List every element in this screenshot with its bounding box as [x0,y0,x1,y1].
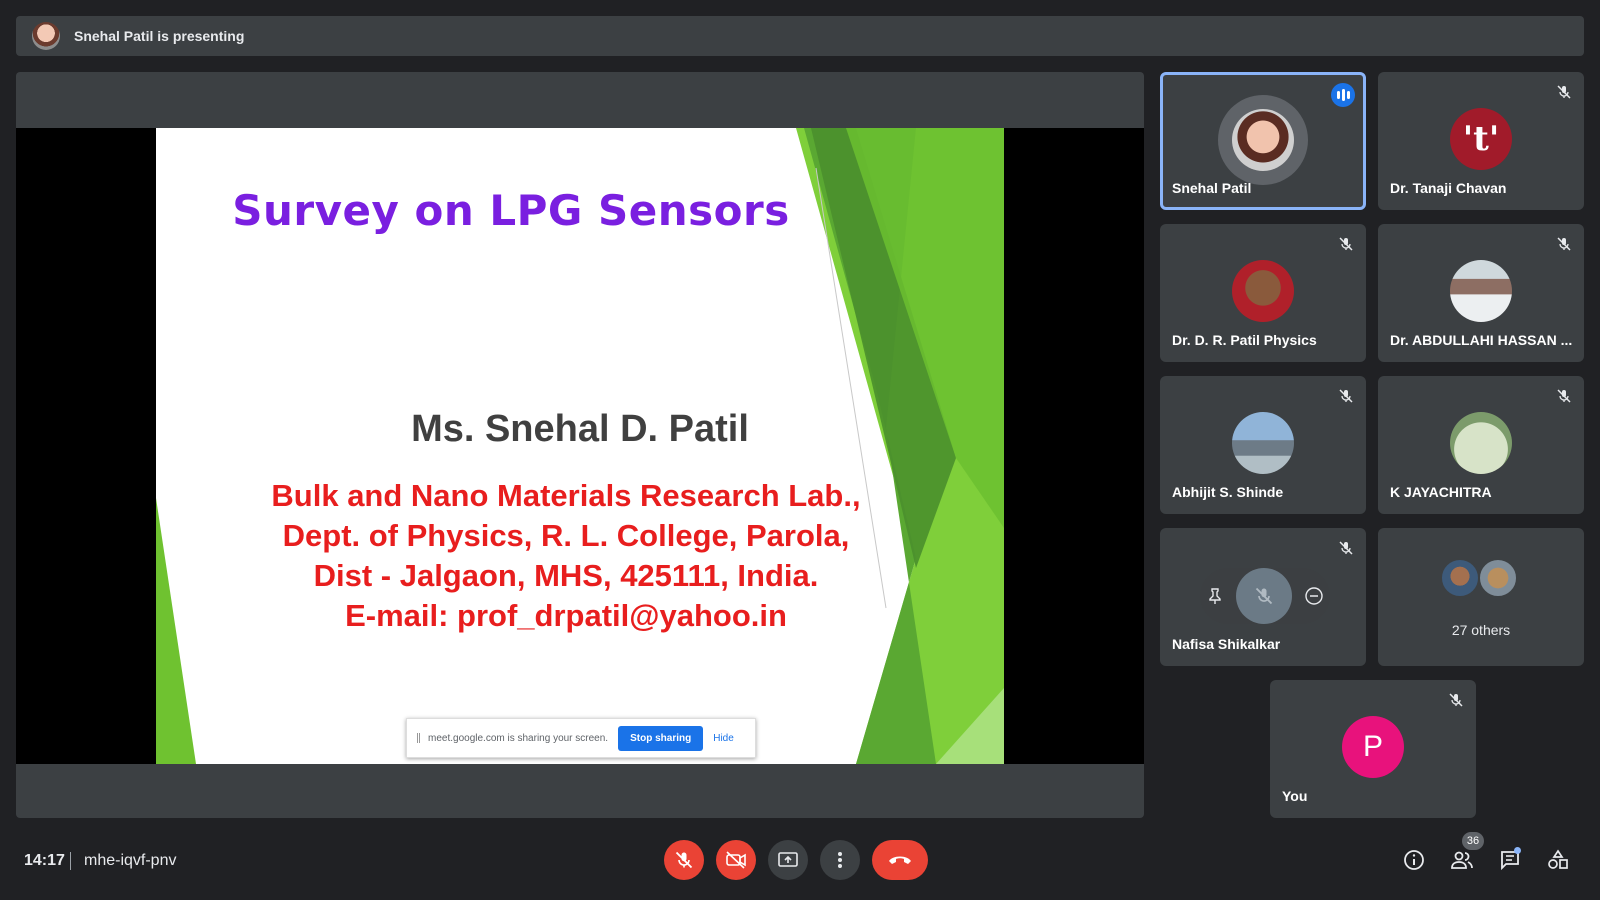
self-tile[interactable]: P You [1270,680,1476,818]
presentation-stage[interactable]: Survey on LPG Sensors Ms. Snehal D. Pati… [16,72,1144,818]
participant-tile[interactable]: Snehal Patil [1160,72,1366,210]
bottom-bar: 14:17 mhe-iqvf-pnv 36 [0,830,1600,900]
mic-off-icon [1557,389,1571,403]
camera-button[interactable] [716,840,756,880]
participant-name: Dr. Tanaji Chavan [1390,180,1507,196]
participant-tile[interactable]: Dr. D. R. Patil Physics [1160,224,1366,362]
participant-name: K JAYACHITRA [1390,484,1492,500]
clock: 14:17 [24,852,65,869]
divider [70,852,71,870]
mic-off-icon [1557,237,1571,251]
people-icon [1451,851,1473,869]
mic-off-icon [1339,389,1353,403]
activities-button[interactable] [1546,848,1570,872]
participant-name: Dr. ABDULLAHI HASSAN ... [1390,332,1573,348]
avatar-initial: P [1362,730,1383,763]
presenting-text: Snehal Patil is presenting [74,28,245,44]
slide-affiliation-line: Dist - Jalgaon, MHS, 425111, India. [313,558,819,593]
avatar [1450,412,1512,474]
remove-icon[interactable] [1304,586,1324,606]
slide-affiliation-line: Dept. of Physics, R. L. College, Parola, [282,518,850,553]
people-button[interactable] [1450,848,1474,872]
avatar [1232,109,1294,171]
avatar [1440,558,1480,598]
mic-off-icon [1339,237,1353,251]
microphone-button[interactable] [664,840,704,880]
participant-name: Abhijit S. Shinde [1172,484,1284,500]
mute-participant-button[interactable] [1236,568,1292,624]
participant-tile[interactable]: Nafisa Shikalkar [1160,528,1366,666]
hide-button[interactable]: Hide [713,733,734,744]
pin-icon[interactable] [1206,587,1224,605]
slide-title: Survey on LPG Sensors [232,186,790,235]
avatar [1478,558,1518,598]
info-icon [1404,850,1424,870]
slide-author: Ms. Snehal D. Patil [411,408,749,450]
slide: Survey on LPG Sensors Ms. Snehal D. Pati… [156,128,1004,764]
others-tile[interactable]: 27 others [1378,528,1584,666]
presenter-avatar [32,22,60,50]
camera-off-icon [726,851,746,869]
activities-icon [1548,849,1568,869]
participant-name: Nafisa Shikalkar [1172,636,1281,652]
stop-sharing-button[interactable]: Stop sharing [618,725,704,751]
slide-affiliation-line: Bulk and Nano Materials Research Lab., [271,478,861,513]
drag-handle-icon[interactable] [417,733,420,743]
screen-share-bar: meet.google.com is sharing your screen. … [406,718,756,758]
avatar [1232,260,1294,322]
shared-screen: Survey on LPG Sensors Ms. Snehal D. Pati… [16,128,1144,764]
participant-name: Dr. D. R. Patil Physics [1172,332,1317,348]
participant-tile[interactable]: Abhijit S. Shinde [1160,376,1366,514]
hang-up-icon [889,856,911,864]
meeting-code: mhe-iqvf-pnv [84,852,177,869]
present-screen-button[interactable] [768,840,808,880]
participant-tile[interactable]: K JAYACHITRA [1378,376,1584,514]
participant-name: Snehal Patil [1172,180,1252,196]
participant-tile[interactable]: Dr. ABDULLAHI HASSAN ... [1378,224,1584,362]
share-message: meet.google.com is sharing your screen. [428,732,609,744]
avatar-initial: 't' [1462,119,1500,159]
present-icon [778,852,798,867]
mic-off-icon [1255,587,1273,605]
unread-dot [1514,847,1521,854]
speaking-indicator-icon [1331,83,1355,107]
leave-call-button[interactable] [872,840,928,880]
meeting-details-button[interactable] [1402,848,1426,872]
avatar: P [1342,716,1404,778]
mic-off-icon [1449,693,1463,707]
mic-off-icon [1557,85,1571,99]
more-vert-icon [838,852,842,868]
participant-name: You [1282,788,1308,804]
avatar [1232,412,1294,474]
others-count: 27 others [1451,622,1511,638]
avatar [1450,260,1512,322]
slide-email: E-mail: prof_drpatil@yahoo.in [345,598,787,633]
more-options-button[interactable] [820,840,860,880]
tile-hover-controls [1200,568,1330,624]
participant-tile[interactable]: 't' Dr. Tanaji Chavan [1378,72,1584,210]
mic-off-icon [675,851,693,869]
people-count-badge: 36 [1462,832,1484,850]
avatar: 't' [1450,108,1512,170]
mic-off-icon [1339,541,1353,555]
presenting-banner: Snehal Patil is presenting [16,16,1584,56]
